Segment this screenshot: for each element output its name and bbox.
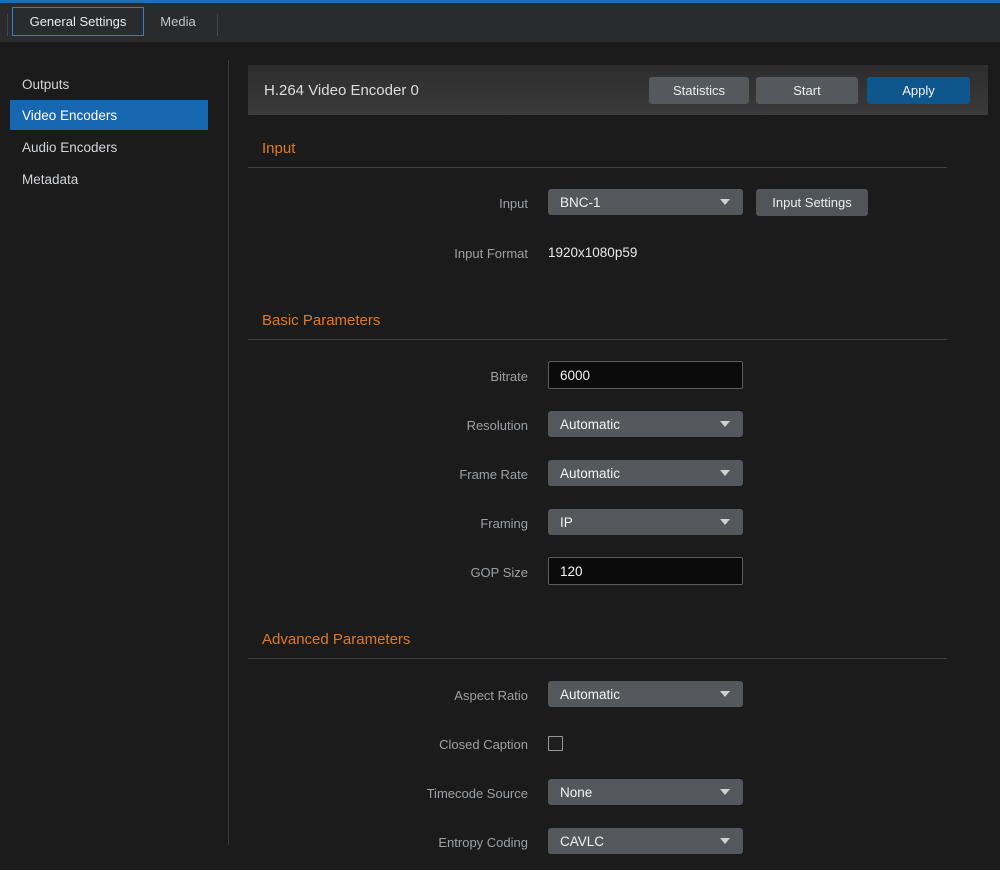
chevron-down-icon <box>720 519 730 525</box>
chevron-down-icon <box>720 199 730 205</box>
entropy-coding-dropdown-value: CAVLC <box>560 834 604 849</box>
resolution-label: Resolution <box>248 418 528 433</box>
timecode-source-dropdown[interactable]: None <box>548 779 743 805</box>
gop-size-input[interactable] <box>548 557 743 585</box>
aspect-ratio-dropdown[interactable]: Automatic <box>548 681 743 707</box>
input-dropdown[interactable]: BNC-1 <box>548 189 743 215</box>
encoder-settings-page: General Settings Media Outputs Video Enc… <box>0 0 1000 870</box>
tab-media[interactable]: Media <box>146 7 210 36</box>
top-tab-bar: General Settings Media <box>0 0 1000 42</box>
input-label: Input <box>248 196 528 211</box>
chevron-down-icon <box>720 789 730 795</box>
tab-divider-right <box>217 14 218 36</box>
resolution-dropdown-value: Automatic <box>560 417 620 432</box>
timecode-source-label: Timecode Source <box>248 786 528 801</box>
timecode-source-dropdown-value: None <box>560 785 592 800</box>
chevron-down-icon <box>720 421 730 427</box>
sidebar-item-audio-encoders[interactable]: Audio Encoders <box>0 135 228 159</box>
framing-dropdown[interactable]: IP <box>548 509 743 535</box>
gop-size-label: GOP Size <box>248 565 528 580</box>
chevron-down-icon <box>720 838 730 844</box>
input-settings-button[interactable]: Input Settings <box>756 189 868 216</box>
input-dropdown-value: BNC-1 <box>560 195 601 210</box>
sidebar-divider <box>228 60 229 845</box>
sidebar-item-video-encoders[interactable]: Video Encoders <box>10 100 208 130</box>
section-heading-advanced-parameters: Advanced Parameters <box>262 631 410 648</box>
aspect-ratio-dropdown-value: Automatic <box>560 687 620 702</box>
chevron-down-icon <box>720 470 730 476</box>
sidebar-item-metadata[interactable]: Metadata <box>0 167 228 191</box>
section-rule <box>248 167 947 168</box>
section-rule <box>248 339 947 340</box>
framing-dropdown-value: IP <box>560 515 573 530</box>
closed-caption-label: Closed Caption <box>248 737 528 752</box>
sidebar: Outputs Video Encoders Audio Encoders Me… <box>0 42 228 870</box>
chevron-down-icon <box>720 691 730 697</box>
bitrate-input[interactable] <box>548 361 743 389</box>
entropy-coding-dropdown[interactable]: CAVLC <box>548 828 743 854</box>
resolution-dropdown[interactable]: Automatic <box>548 411 743 437</box>
start-button[interactable]: Start <box>756 77 858 104</box>
sidebar-item-outputs[interactable]: Outputs <box>0 72 228 96</box>
input-format-value: 1920x1080p59 <box>548 245 637 260</box>
section-heading-basic-parameters: Basic Parameters <box>262 312 380 329</box>
framing-label: Framing <box>248 516 528 531</box>
section-rule <box>248 658 947 659</box>
encoder-header-bar: H.264 Video Encoder 0 Statistics Start A… <box>248 65 988 115</box>
section-heading-input: Input <box>262 140 295 157</box>
frame-rate-label: Frame Rate <box>248 467 528 482</box>
closed-caption-checkbox[interactable] <box>548 736 563 751</box>
frame-rate-dropdown-value: Automatic <box>560 466 620 481</box>
entropy-coding-label: Entropy Coding <box>248 835 528 850</box>
input-format-label: Input Format <box>248 246 528 261</box>
frame-rate-dropdown[interactable]: Automatic <box>548 460 743 486</box>
tab-general-settings[interactable]: General Settings <box>12 7 144 36</box>
aspect-ratio-label: Aspect Ratio <box>248 688 528 703</box>
statistics-button[interactable]: Statistics <box>649 77 749 104</box>
page-title: H.264 Video Encoder 0 <box>264 65 419 115</box>
bitrate-label: Bitrate <box>248 369 528 384</box>
tab-divider-left <box>7 14 8 36</box>
apply-button[interactable]: Apply <box>867 77 970 104</box>
